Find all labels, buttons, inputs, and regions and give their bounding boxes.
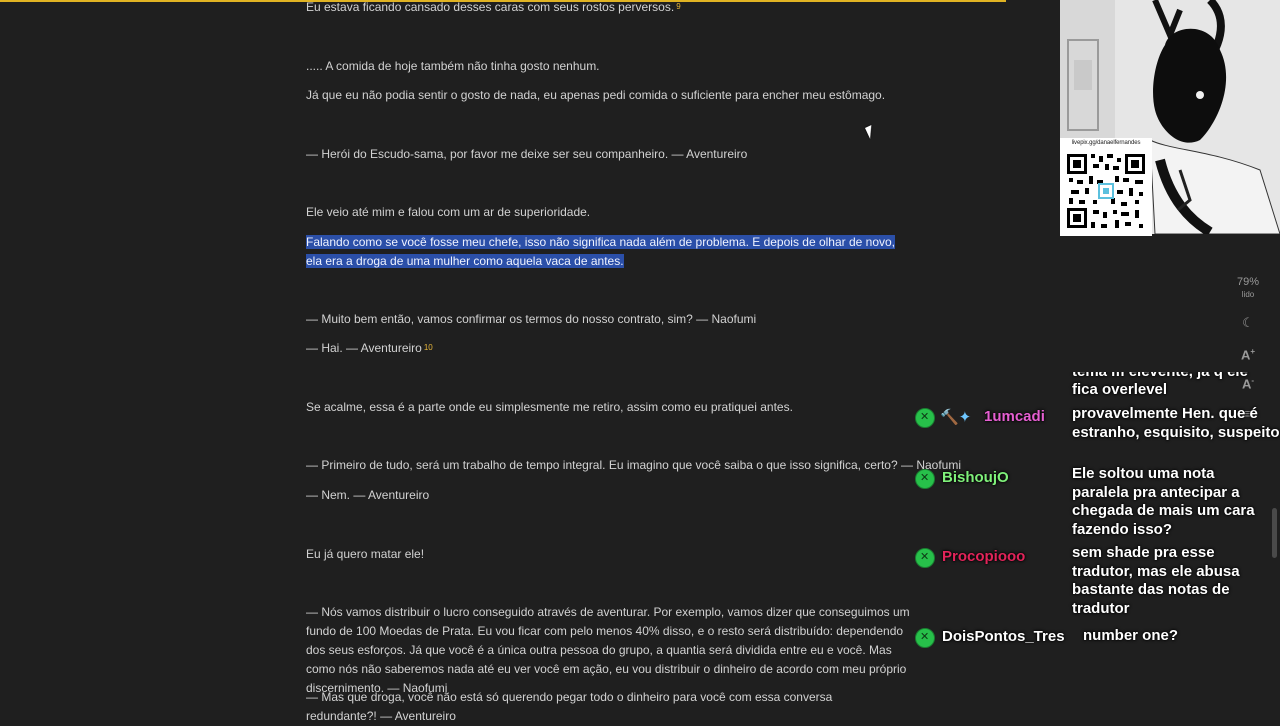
paragraph: — Nem. — Aventureiro [306,488,430,502]
mouse-cursor [865,125,877,139]
chat-username[interactable]: BishoujO [942,469,1009,486]
footnote-link[interactable]: 10 [424,343,433,352]
chat-message-text: tema m elevente, já q ele fica overlevel [1072,372,1248,398]
paragraph: Eu estava ficando cansado desses caras c… [306,0,681,14]
paragraph: — Mas que droga, você não está só queren… [306,690,833,723]
kick-badge-icon [915,408,935,428]
paragraph: — Muito bem então, vamos confirmar os te… [306,312,757,326]
stream-chat-overlay: tema m elevente, já q ele fica overlevel… [905,372,1280,662]
selected-paragraph: Falando como se você fosse meu chefe, is… [306,233,902,271]
selected-text: Falando como se você fosse meu chefe, is… [306,235,896,268]
reading-progress-percent: 79% [1236,276,1260,288]
kick-badge-icon [915,548,935,568]
chat-message-text: sem shade pra esse tradutor, mas ele abu… [1072,544,1240,617]
paragraph: — Hai. — Aventureiro 10 [306,341,433,355]
reading-progress-label: lido [1241,290,1255,299]
chat-username[interactable]: 1umcadi [984,408,1045,425]
qr-code [1066,152,1146,230]
increase-font-icon[interactable]: A+ [1232,347,1264,362]
chat-username[interactable]: Procopiooo [942,548,1025,565]
paragraph: Ele veio até mim e falou com um ar de su… [306,205,591,219]
footnote-link[interactable]: 9 [676,2,680,11]
qr-url-text: livepix.gg/danaelfernandes [1071,140,1141,146]
kick-badge-icon [915,628,935,648]
dark-mode-moon-icon[interactable]: ☾ [1232,315,1264,331]
chat-message-text: provavelmente Hen. que é estranho, esqui… [1072,405,1280,441]
paragraph: — Primeiro de tudo, será um trabalho de … [306,458,962,472]
paragraph: — Herói do Escudo-sama, por favor me dei… [306,147,748,161]
chat-message-text: Ele soltou uma nota paralela pra antecip… [1072,465,1255,538]
paragraph: Eu já quero matar ele! [306,547,425,561]
paragraph: Se acalme, essa é a parte onde eu simple… [306,400,793,414]
paragraph: — Nós vamos distribuir o lucro conseguid… [306,605,910,695]
chat-username[interactable]: DoisPontos_Tres [942,628,1065,645]
paragraph: Já que eu não podia sentir o gosto de na… [306,88,886,102]
chat-message-text: number one? [1083,627,1179,644]
donation-qr-card: livepix.gg/danaelfernandes [1060,138,1152,236]
kick-badge-icon [915,469,935,489]
hammer-emote-icon: 🔨✦ [940,409,972,426]
paragraph: ..... A comida de hoje também não tinha … [306,59,600,73]
